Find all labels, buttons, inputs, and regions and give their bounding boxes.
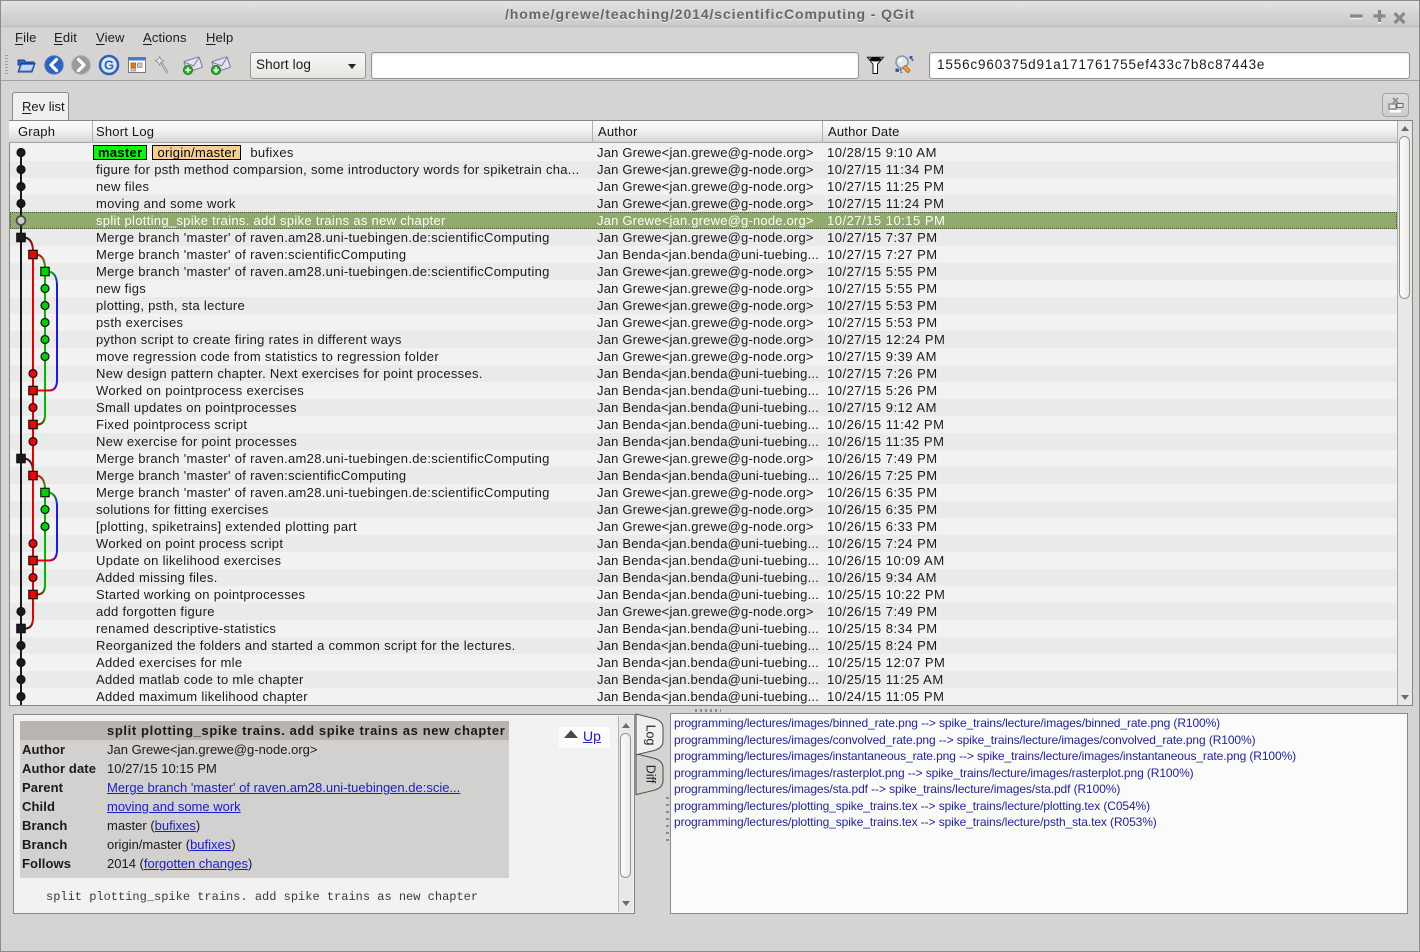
svg-text:Diff: Diff — [644, 765, 658, 784]
svg-text:Log: Log — [644, 725, 658, 746]
svg-text:G: G — [104, 58, 114, 73]
